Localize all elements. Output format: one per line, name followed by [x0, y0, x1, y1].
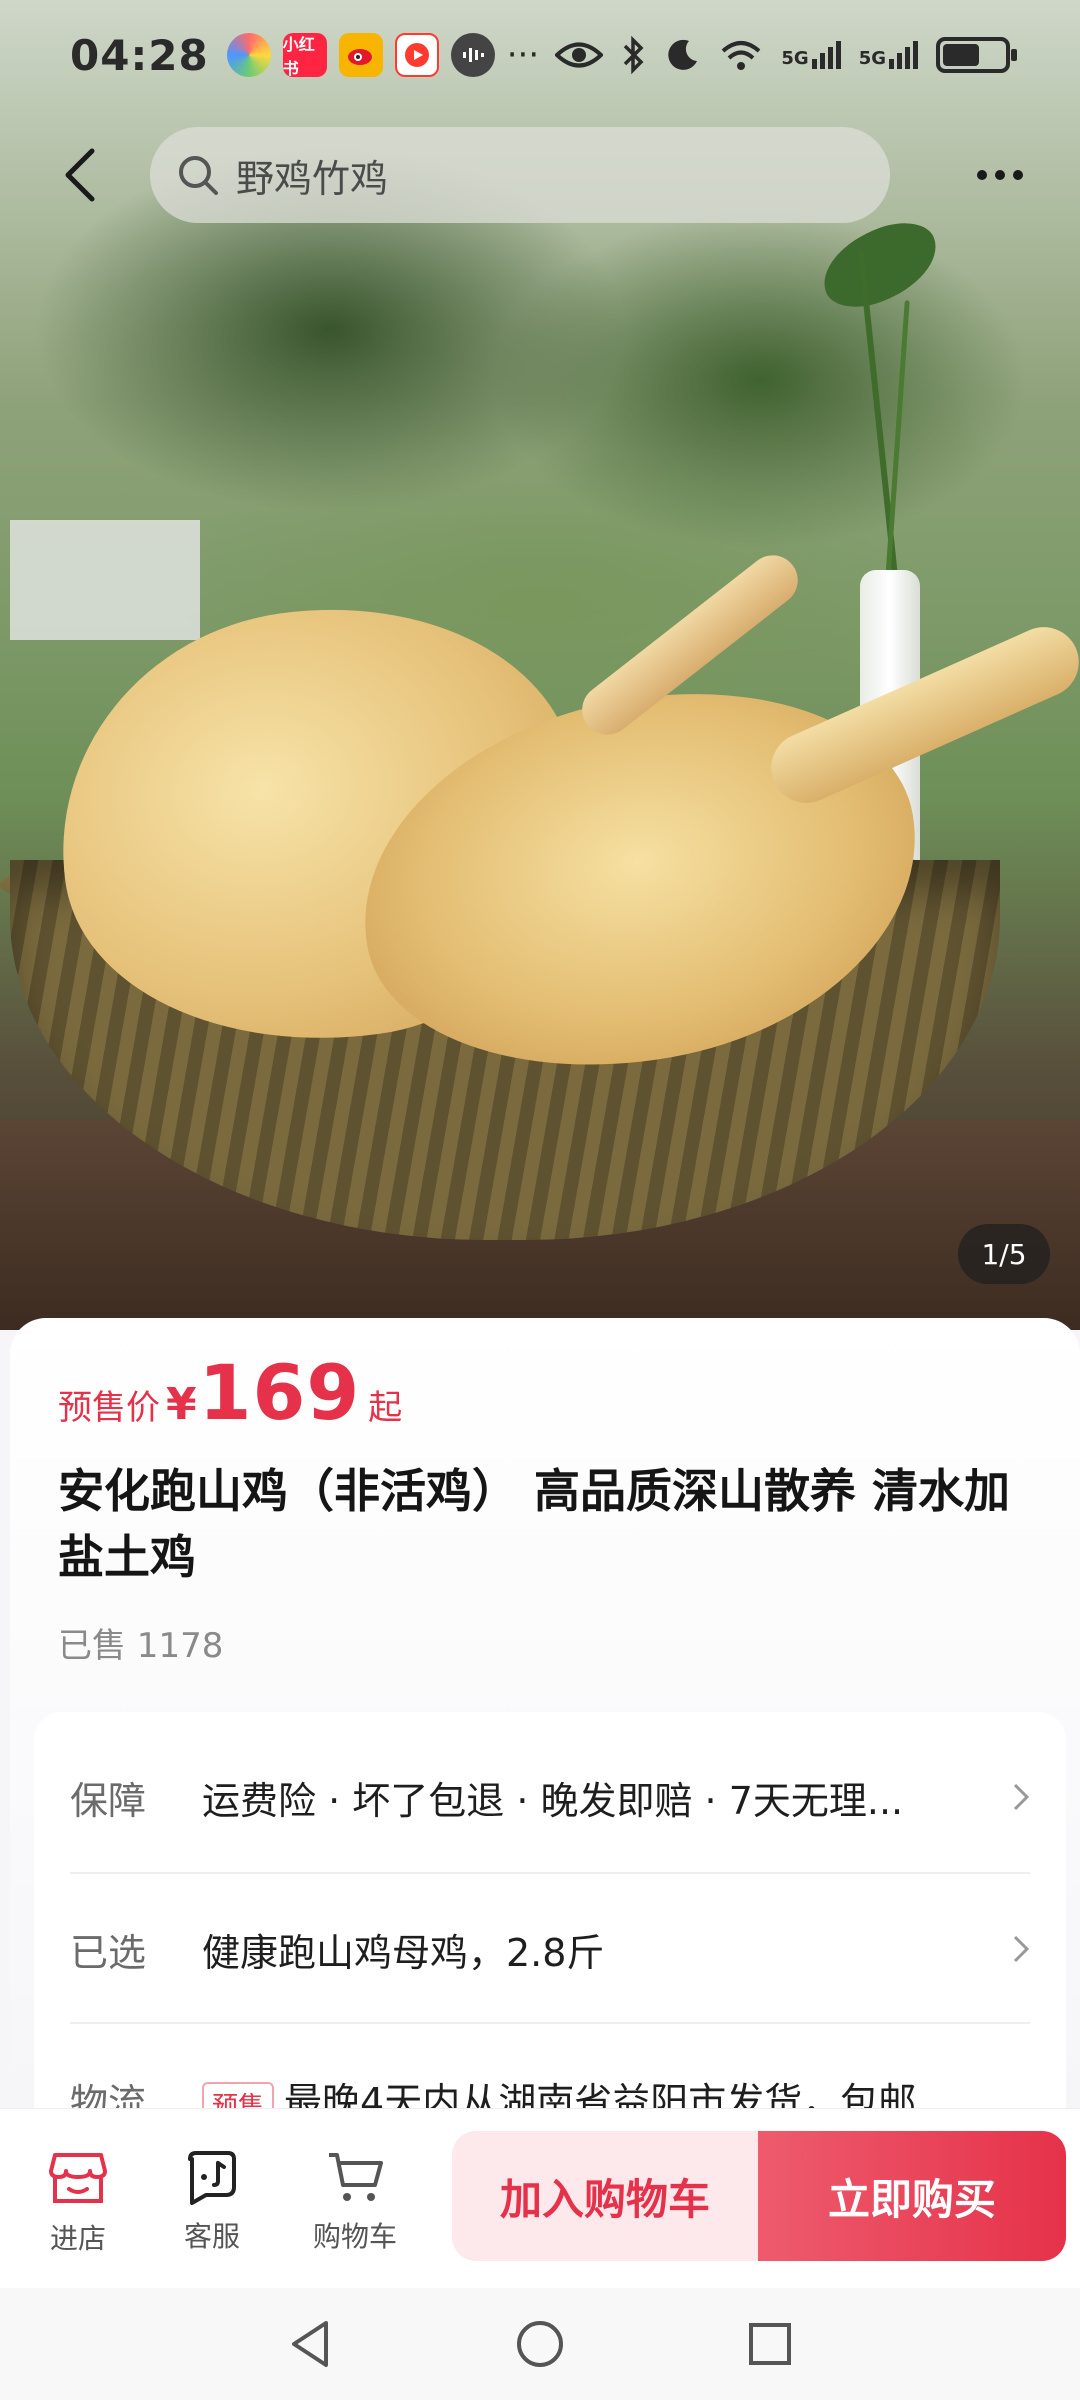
dot-icon [977, 170, 987, 180]
currency-symbol: ¥ [166, 1379, 197, 1430]
nav-recents-button[interactable] [740, 2314, 800, 2374]
status-time: 04:28 [70, 30, 209, 80]
notification-icons: 小红书 ··· [226, 33, 540, 78]
product-info-sheet: 预售价 ¥ 169 起 安化跑山鸡（非活鸡） 高品质深山散养 清水加盐土鸡 已售… [10, 1318, 1080, 2132]
store-icon [49, 2153, 107, 2203]
status-bar: 04:28 小红书 ··· 5G 5G [0, 0, 1080, 110]
product-title: 安化跑山鸡（非活鸡） 高品质深山散养 清水加盐土鸡 [58, 1464, 1011, 1584]
service-card: 保障 运费险 · 坏了包退 · 晚发即赔 · 7天无理... 已选 健康跑山鸡母… [34, 1712, 1066, 2132]
square-recents-icon [749, 2323, 791, 2365]
bottom-action-bar: 进店 客服 购物车 加入购物车 立即购买 [0, 2108, 1080, 2288]
multicolor-app-icon [226, 33, 271, 77]
eye-icon [555, 42, 604, 68]
row-value: 运费险 · 坏了包退 · 晚发即赔 · 7天无理... [202, 1778, 904, 1823]
store-label: 进店 [49, 2222, 106, 2255]
more-options-button[interactable] [960, 135, 1040, 215]
plant-stem [885, 300, 910, 580]
row-value: 健康跑山鸡母鸡，2.8斤 [202, 1930, 605, 1975]
dot-icon [1013, 170, 1023, 180]
chevron-right-icon [990, 1934, 1030, 1964]
presale-price-label: 预售价 [58, 1388, 160, 1428]
cart-label: 购物车 [312, 2220, 397, 2253]
search-icon [179, 156, 218, 195]
video-app-icon [394, 33, 439, 77]
top-nav: 野鸡竹鸡 [0, 120, 1080, 230]
cart-tab[interactable]: 购物车 [295, 2149, 415, 2255]
wifi-icon [722, 41, 761, 70]
nav-home-button[interactable] [510, 2314, 570, 2374]
signal-5g-icon: 5G [781, 41, 841, 69]
screen: 04:28 小红书 ··· 5G 5G 野鸡竹鸡 1/5 预售价 ¥ 169 起… [0, 0, 1080, 2400]
more-notifications: ··· [506, 35, 540, 75]
price-suffix: 起 [368, 1388, 403, 1428]
image-pager: 1/5 [958, 1224, 1050, 1284]
customer-service-icon [188, 2151, 236, 2205]
xiaohongshu-icon: 小红书 [282, 33, 327, 78]
moon-icon [668, 39, 698, 70]
system-nav-bar [0, 2288, 1080, 2400]
buy-now-button[interactable]: 立即购买 [758, 2131, 1066, 2261]
service-tab[interactable]: 客服 [152, 2149, 272, 2255]
weibo-icon [338, 33, 383, 77]
status-right: 5G 5G [555, 35, 1017, 75]
search-bar[interactable]: 野鸡竹鸡 [150, 127, 890, 223]
search-query: 野鸡竹鸡 [236, 156, 389, 201]
chevron-right-icon [990, 1782, 1030, 1812]
selected-spec-row[interactable]: 已选 健康跑山鸡母鸡，2.8斤 [70, 1874, 1030, 2024]
store-tab[interactable]: 进店 [18, 2149, 138, 2257]
background-house [10, 520, 200, 640]
back-button[interactable] [40, 135, 120, 215]
circle-home-icon [517, 2321, 563, 2367]
price-amount: 169 [198, 1348, 361, 1437]
nav-back-button[interactable] [280, 2314, 340, 2374]
sold-count: 已售 1178 [58, 1626, 224, 1666]
bluetooth-icon [624, 35, 644, 75]
dot-icon [995, 170, 1005, 180]
row-key: 保障 [70, 1778, 147, 1823]
service-label: 客服 [183, 2220, 240, 2253]
guarantee-row[interactable]: 保障 运费险 · 坏了包退 · 晚发即赔 · 7天无理... [70, 1722, 1030, 1872]
shopping-cart-icon [329, 2153, 383, 2201]
battery-fill [943, 44, 979, 66]
triangle-back-icon [292, 2321, 328, 2367]
price-row: 预售价 ¥ 169 起 [58, 1348, 402, 1437]
signal-5g-icon: 5G [859, 41, 918, 69]
chevron-left-icon [65, 148, 95, 202]
row-key: 已选 [70, 1930, 147, 1975]
add-to-cart-button[interactable]: 加入购物车 [452, 2131, 758, 2261]
audio-app-icon [450, 33, 495, 77]
battery-icon [936, 37, 1017, 73]
